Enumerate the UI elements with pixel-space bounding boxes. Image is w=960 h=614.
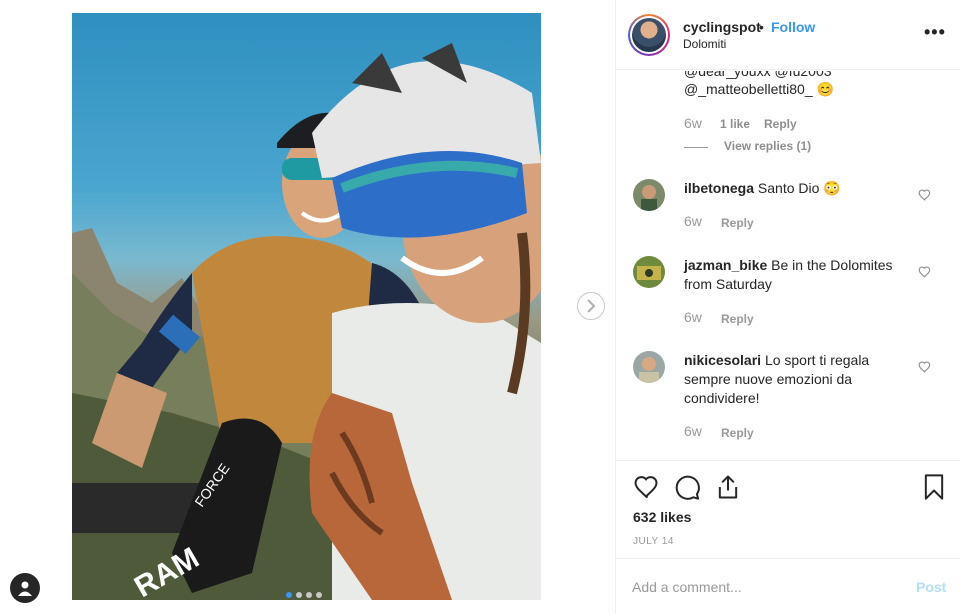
more-options-icon[interactable]: •••	[924, 22, 946, 43]
carousel-dot[interactable]	[286, 592, 292, 598]
thread-reply-button[interactable]: Reply	[764, 117, 797, 131]
photo-area: FORCE RAM	[0, 0, 615, 614]
heart-icon[interactable]	[918, 265, 932, 279]
heart-icon[interactable]	[918, 360, 932, 374]
bookmark-icon[interactable]	[920, 473, 948, 501]
share-icon[interactable]	[714, 473, 742, 501]
reply-button[interactable]: Reply	[721, 312, 754, 326]
comment-text: jazman_bike Be in the Dolomites from Sat…	[684, 256, 909, 294]
post-comment-button[interactable]: Post	[916, 579, 946, 595]
reply-button[interactable]: Reply	[721, 216, 754, 230]
post-date: JULY 14	[633, 536, 674, 547]
location-link[interactable]: Dolomiti	[683, 37, 726, 51]
comment-text: ilbetonega Santo Dio 😳	[684, 179, 909, 198]
mention-partial[interactable]: @dear_youxx @fu2003	[684, 71, 832, 79]
post-actions: 632 likes JULY 14	[616, 460, 960, 558]
comment-text: nikicesolari Lo sport ti regala sempre n…	[684, 351, 909, 408]
view-replies-button[interactable]: View replies (1)	[724, 139, 811, 153]
username-link[interactable]: cyclingspot	[683, 19, 761, 35]
carousel-dot[interactable]	[316, 592, 322, 598]
comment-body: Santo Dio 😳	[757, 180, 841, 196]
thread-time: 6w	[684, 115, 702, 131]
likes-count[interactable]: 632 likes	[633, 509, 691, 525]
heart-icon[interactable]	[632, 473, 660, 501]
add-comment-bar: Post	[616, 558, 960, 614]
comments-list[interactable]: @dear_youxx @fu2003 @_matteobelletti80_ …	[616, 71, 960, 460]
heart-icon[interactable]	[918, 188, 932, 202]
comment-time: 6w	[684, 213, 702, 229]
separator-dot: •	[759, 19, 764, 35]
comment-username[interactable]: nikicesolari	[684, 352, 761, 368]
post-photo[interactable]: FORCE RAM	[72, 13, 541, 600]
comment-icon[interactable]	[673, 473, 701, 501]
follow-button[interactable]: Follow	[771, 19, 815, 35]
avatar[interactable]	[628, 14, 670, 56]
avatar[interactable]	[633, 256, 665, 288]
comment-time: 6w	[684, 309, 702, 325]
post-header: cyclingspot • Follow Dolomiti •••	[616, 0, 960, 70]
comment-username[interactable]: ilbetonega	[684, 180, 754, 196]
carousel-dot[interactable]	[296, 592, 302, 598]
avatar[interactable]	[633, 179, 665, 211]
carousel-dots	[286, 592, 322, 598]
chevron-right-icon[interactable]	[577, 292, 605, 320]
comment-time: 6w	[684, 423, 702, 439]
thread-likes[interactable]: 1 like	[720, 117, 750, 131]
user-icon[interactable]	[10, 573, 40, 603]
replies-divider	[684, 147, 708, 148]
post-panel: cyclingspot • Follow Dolomiti ••• @dear_…	[615, 0, 960, 614]
comment-input[interactable]	[632, 579, 892, 595]
avatar[interactable]	[633, 351, 665, 383]
mention-line[interactable]: @_matteobelletti80_ 😊	[684, 81, 834, 98]
photo-illustration: FORCE RAM	[72, 43, 541, 600]
carousel-dot[interactable]	[306, 592, 312, 598]
reply-button[interactable]: Reply	[721, 426, 754, 440]
comment-username[interactable]: jazman_bike	[684, 257, 767, 273]
